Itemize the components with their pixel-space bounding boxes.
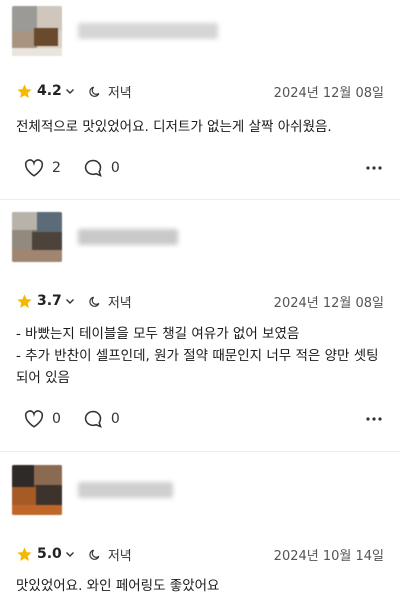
like-count: 0	[52, 411, 61, 427]
username-blurred	[78, 23, 218, 39]
avatar[interactable]	[12, 465, 62, 515]
chevron-down-icon[interactable]	[65, 296, 75, 306]
time-of-day: 저녁	[107, 548, 132, 564]
username-blurred	[78, 482, 173, 498]
review-date: 2024년 12월 08일	[273, 295, 384, 311]
action-bar: 0 0	[24, 408, 382, 430]
chevron-down-icon[interactable]	[65, 86, 75, 96]
star-icon	[17, 83, 32, 98]
comment-count: 0	[110, 411, 120, 427]
moon-icon	[89, 296, 100, 307]
moon-icon	[89, 549, 100, 560]
comment-icon[interactable]	[83, 158, 103, 178]
star-icon	[17, 546, 32, 561]
review-text: 전체적으로 맛있었어요. 디저트가 없는게 살짝 아쉬웠음.	[16, 119, 332, 135]
heart-icon[interactable]	[24, 410, 44, 428]
more-icon[interactable]	[366, 165, 382, 171]
review-card: 5.0 저녁 2024년 10월 14일 맛있었어요. 와인 페어링도 좋았어요	[0, 452, 400, 609]
user-row[interactable]	[12, 212, 178, 262]
review-date: 2024년 10월 14일	[273, 548, 384, 564]
comment-icon[interactable]	[83, 409, 103, 429]
heart-icon[interactable]	[24, 159, 44, 177]
avatar[interactable]	[12, 6, 62, 56]
review-text: - 바빴는지 테이블을 모두 챙길 여유가 없어 보였음 - 추가 반찬이 셀프…	[16, 326, 379, 386]
rating-row: 3.7 저녁 2024년 12월 08일	[16, 291, 384, 311]
review-text: 맛있었어요. 와인 페어링도 좋았어요	[16, 578, 220, 594]
action-bar: 2 0	[24, 157, 382, 179]
review-date: 2024년 12월 08일	[273, 85, 384, 101]
rating-value[interactable]: 4.2	[37, 83, 62, 99]
rating-value[interactable]: 5.0	[37, 546, 62, 562]
review-card: 3.7 저녁 2024년 12월 08일 - 바빴는지 테이블을 모두 챙길 여…	[0, 200, 400, 450]
avatar[interactable]	[12, 212, 62, 262]
chevron-down-icon[interactable]	[65, 549, 75, 559]
review-card: 4.2 저녁 2024년 12월 08일 전체적으로 맛있었어요. 디저트가 없…	[0, 0, 400, 196]
user-row[interactable]	[12, 6, 218, 56]
username-blurred	[78, 229, 178, 245]
comment-count: 0	[110, 160, 120, 176]
time-of-day: 저녁	[107, 85, 132, 101]
rating-row: 5.0 저녁 2024년 10월 14일	[16, 544, 384, 564]
time-of-day: 저녁	[107, 295, 132, 311]
user-row[interactable]	[12, 465, 173, 515]
more-icon[interactable]	[366, 416, 382, 422]
moon-icon	[89, 86, 100, 97]
rating-row: 4.2 저녁 2024년 12월 08일	[16, 81, 384, 101]
like-count: 2	[52, 160, 61, 176]
star-icon	[17, 293, 32, 308]
rating-value[interactable]: 3.7	[37, 293, 62, 309]
